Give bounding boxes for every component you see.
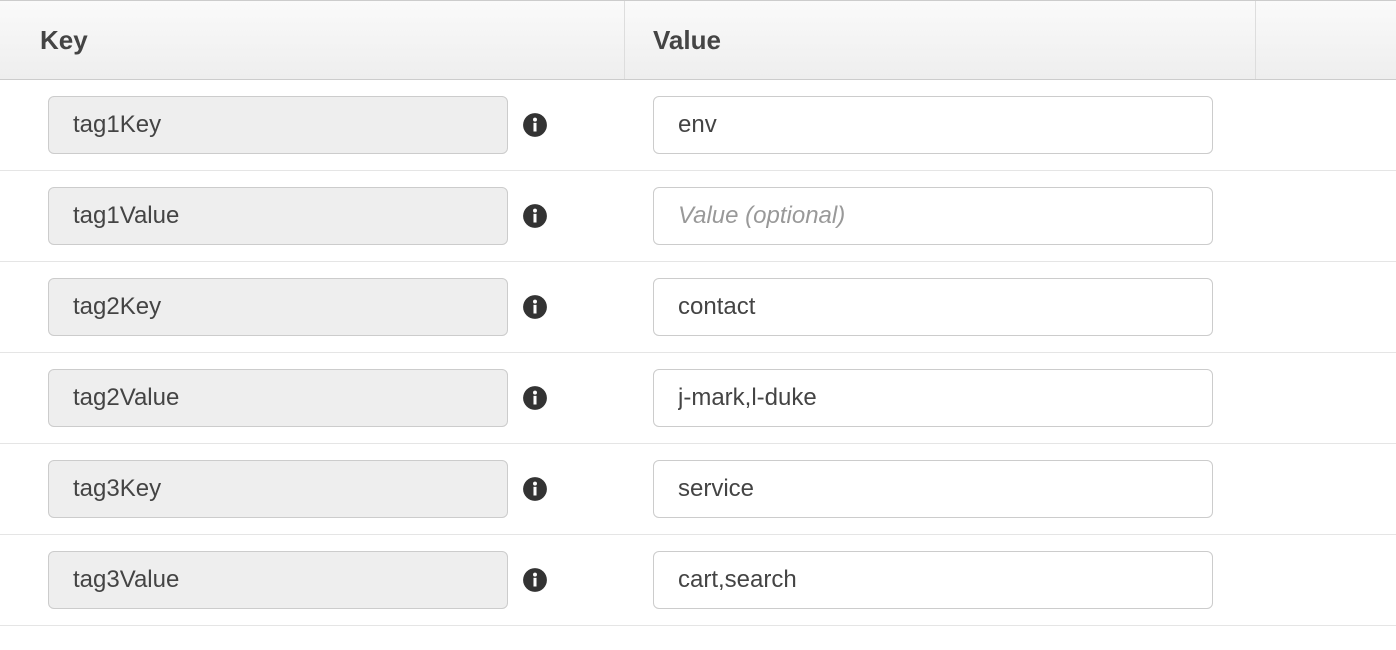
key-cell: tag3Value: [0, 551, 625, 609]
key-label: tag2Key: [48, 278, 508, 336]
value-input[interactable]: [653, 460, 1213, 518]
value-cell: [625, 551, 1396, 609]
table-row: tag1Key: [0, 80, 1396, 171]
key-cell: tag2Value: [0, 369, 625, 427]
column-header-value: Value: [625, 1, 1256, 79]
parameters-table: Key Value tag1Key tag1Value tag2Key: [0, 0, 1396, 626]
value-cell: [625, 369, 1396, 427]
key-cell: tag2Key: [0, 278, 625, 336]
key-label: tag1Value: [48, 187, 508, 245]
info-icon[interactable]: [522, 112, 548, 138]
key-label: tag1Key: [48, 96, 508, 154]
value-cell: [625, 187, 1396, 245]
value-input[interactable]: [653, 278, 1213, 336]
table-row: tag1Value: [0, 171, 1396, 262]
table-row: tag3Value: [0, 535, 1396, 626]
table-row: tag3Key: [0, 444, 1396, 535]
value-cell: [625, 278, 1396, 336]
key-label: tag3Key: [48, 460, 508, 518]
info-icon[interactable]: [522, 203, 548, 229]
table-row: tag2Value: [0, 353, 1396, 444]
value-input[interactable]: [653, 96, 1213, 154]
table-row: tag2Key: [0, 262, 1396, 353]
info-icon[interactable]: [522, 294, 548, 320]
info-icon[interactable]: [522, 476, 548, 502]
table-header-row: Key Value: [0, 0, 1396, 80]
value-input[interactable]: [653, 551, 1213, 609]
value-cell: [625, 96, 1396, 154]
key-label: tag3Value: [48, 551, 508, 609]
value-input[interactable]: [653, 369, 1213, 427]
info-icon[interactable]: [522, 385, 548, 411]
value-cell: [625, 460, 1396, 518]
info-icon[interactable]: [522, 567, 548, 593]
key-label: tag2Value: [48, 369, 508, 427]
key-cell: tag3Key: [0, 460, 625, 518]
value-input[interactable]: [653, 187, 1213, 245]
key-cell: tag1Value: [0, 187, 625, 245]
column-header-key: Key: [0, 1, 625, 79]
column-header-end: [1256, 1, 1396, 79]
key-cell: tag1Key: [0, 96, 625, 154]
